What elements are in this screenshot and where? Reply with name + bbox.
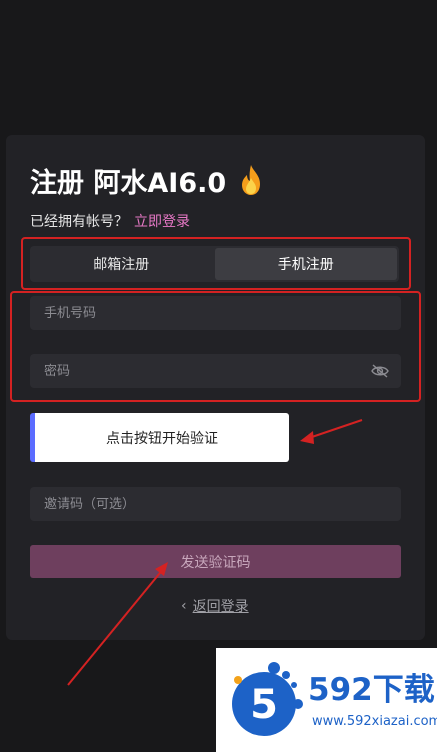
phone-input[interactable] [42, 304, 389, 322]
login-prompt: 已经拥有帐号？ 立即登录 [30, 211, 190, 231]
tab-phone-register[interactable]: 手机注册 [214, 248, 397, 280]
flame-icon [242, 165, 261, 195]
logo-digit: 5 [250, 682, 278, 728]
phone-field [30, 296, 401, 330]
password-input[interactable] [42, 362, 371, 380]
captcha-button[interactable]: 点击按钮开始验证 [30, 413, 289, 462]
page-title: 注册 阿水AI6.0 [30, 160, 264, 200]
has-account-text: 已经拥有帐号？ [30, 214, 128, 230]
site-url: www.592xiazai.com [312, 714, 437, 729]
brand-text: 592下载 [308, 672, 435, 708]
eye-slash-icon[interactable] [371, 364, 389, 378]
invite-field [30, 487, 401, 521]
back-to-login-link[interactable]: ‹ 返回登录 [181, 596, 249, 616]
title-text: 注册 阿水AI6.0 [30, 167, 227, 199]
tab-email-register[interactable]: 邮箱注册 [30, 246, 213, 282]
register-tabs: 邮箱注册 手机注册 [30, 246, 399, 282]
back-login-label: 返回登录 [192, 599, 249, 615]
watermark: 5 592下载 www.592xiazai.com [216, 648, 437, 752]
chevron-left-icon: ‹ [181, 598, 187, 614]
site-logo-icon: 5 [232, 662, 303, 736]
captcha-label: 点击按钮开始验证 [106, 430, 218, 447]
invite-code-input[interactable] [42, 495, 389, 513]
login-link[interactable]: 立即登录 [134, 214, 190, 230]
send-code-button[interactable]: 发送验证码 [30, 545, 401, 578]
send-code-label: 发送验证码 [180, 554, 251, 571]
password-field [30, 354, 401, 388]
